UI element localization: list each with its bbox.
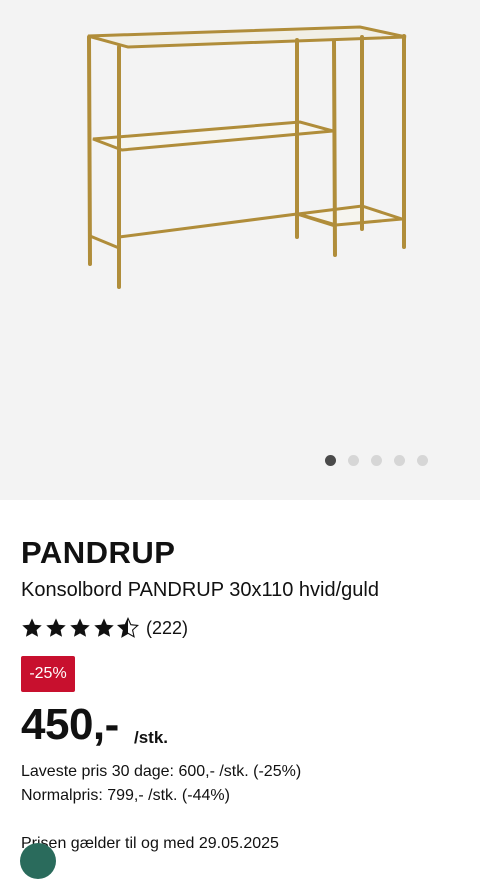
review-count: (222) [146, 617, 189, 638]
product-brand: PANDRUP [21, 535, 176, 570]
star-full-icon [70, 618, 90, 637]
product-rating[interactable]: (222) [21, 617, 188, 639]
star-full-icon [22, 618, 42, 637]
star-half-icon [117, 617, 139, 638]
normal-price: Normalpris: 799,- /stk. (-44%) [21, 787, 230, 804]
rating-stars [21, 617, 139, 639]
carousel-dot[interactable] [371, 455, 382, 466]
price-validity: Prisen gælder til og med 29.05.2025 [21, 835, 279, 852]
price-unit: /stk. [134, 728, 169, 747]
product-price: 450,- [21, 700, 119, 749]
lowest-price-30-days: Laveste pris 30 dage: 600,- /stk. (-25%) [21, 763, 302, 780]
chat-button[interactable] [20, 843, 56, 879]
carousel-dot[interactable] [417, 455, 428, 466]
carousel-dot[interactable] [325, 455, 336, 466]
carousel-dots [325, 455, 428, 466]
star-full-icon [94, 618, 114, 637]
product-description: Konsolbord PANDRUP 30x110 hvid/guld [21, 579, 379, 601]
discount-badge: -25% [21, 656, 75, 692]
carousel-dot[interactable] [394, 455, 405, 466]
console-table-image [87, 25, 407, 289]
carousel-dot[interactable] [348, 455, 359, 466]
product-image-gallery[interactable] [0, 0, 480, 500]
star-full-icon [46, 618, 66, 637]
